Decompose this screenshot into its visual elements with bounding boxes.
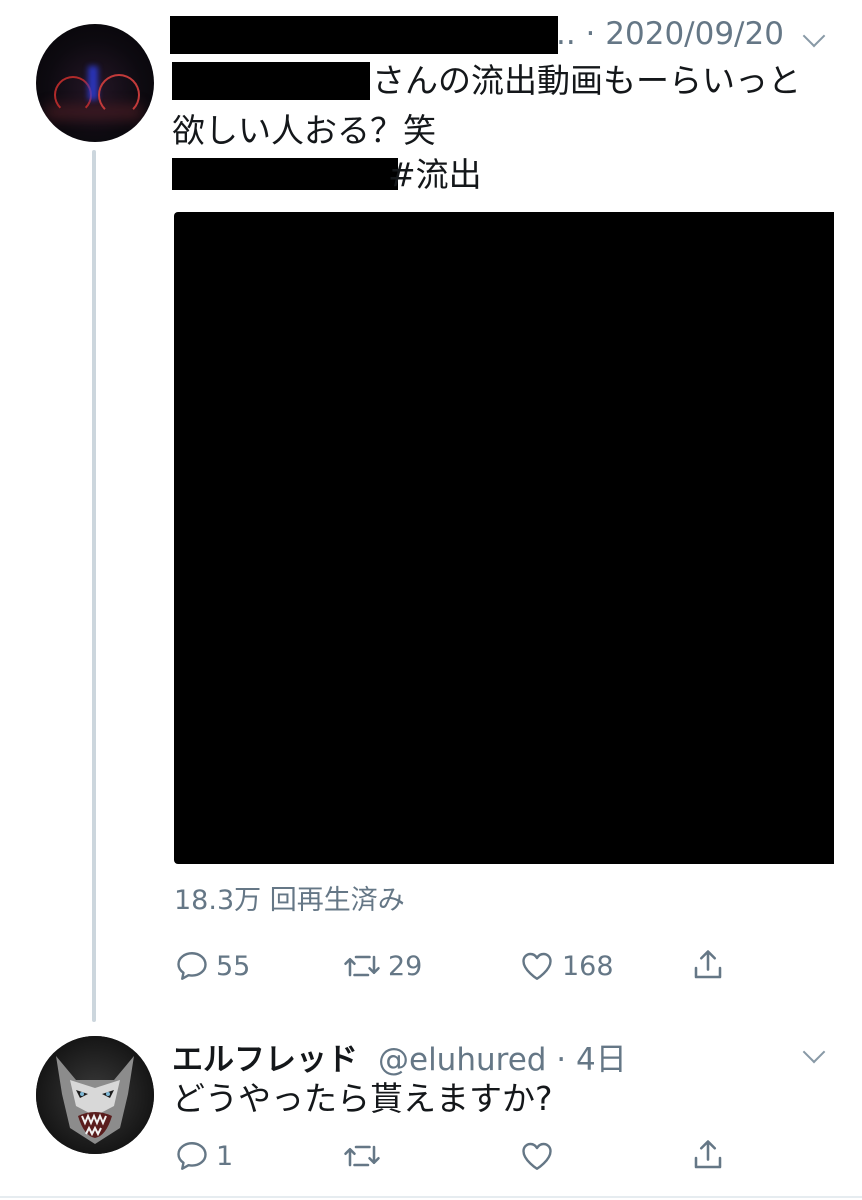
bottom-divider xyxy=(0,1196,862,1198)
reply-author-avatar[interactable] xyxy=(36,1036,154,1154)
retweet-count: 29 xyxy=(388,950,423,982)
reply-count: 55 xyxy=(216,950,251,982)
like-button[interactable]: 168 xyxy=(518,948,614,984)
reply-icon xyxy=(177,1142,207,1170)
heart-icon xyxy=(522,952,552,980)
share-button[interactable] xyxy=(690,946,726,984)
tweet-text-line2: 欲しい人おる？笑 xyxy=(172,111,436,150)
reply-share-button[interactable] xyxy=(690,1136,726,1174)
avatar-gauge-right xyxy=(98,74,140,116)
reply-like-button[interactable] xyxy=(518,1138,562,1174)
heart-icon xyxy=(522,1142,552,1170)
hashtag-link[interactable]: #流出 xyxy=(388,150,482,200)
like-count: 168 xyxy=(562,950,614,982)
share-icon xyxy=(694,950,722,979)
reply-text: どうやったら貰えますか? xyxy=(172,1079,553,1118)
redacted-author-name xyxy=(170,16,558,54)
reply-button[interactable]: 55 xyxy=(174,948,250,984)
wolf-avatar-image xyxy=(36,1036,154,1154)
reply-display-name[interactable]: エルフレッド xyxy=(172,1034,358,1079)
chevron-down-icon[interactable] xyxy=(802,24,826,48)
avatar-gauge-left xyxy=(54,76,92,114)
reply-handle-time[interactable]: @eluhured · 4日 xyxy=(378,1034,627,1079)
tweet-video[interactable] xyxy=(174,212,834,864)
author-avatar[interactable] xyxy=(36,24,154,142)
reply-chevron-down-icon[interactable] xyxy=(802,1040,826,1064)
redacted-hashtag xyxy=(172,158,398,190)
retweet-icon xyxy=(344,1145,380,1167)
tweet-text-line1: さんの流出動画もーらいっと xyxy=(372,61,801,100)
share-icon xyxy=(694,1140,722,1169)
view-count: 18.3万 回再生済み xyxy=(174,885,405,916)
retweet-button[interactable]: 29 xyxy=(342,948,422,984)
redacted-mention xyxy=(172,62,370,100)
tweet-timestamp[interactable]: .. · 2020/09/20 xyxy=(556,16,784,52)
reply-reply-count: 1 xyxy=(216,1140,234,1172)
reply-icon xyxy=(177,952,207,980)
reply-reply-button[interactable]: 1 xyxy=(174,1138,233,1174)
reply-retweet-button[interactable] xyxy=(342,1138,388,1174)
thread-connector-line xyxy=(92,150,96,1022)
retweet-icon xyxy=(344,955,380,977)
avatar-blue-light xyxy=(88,66,98,100)
